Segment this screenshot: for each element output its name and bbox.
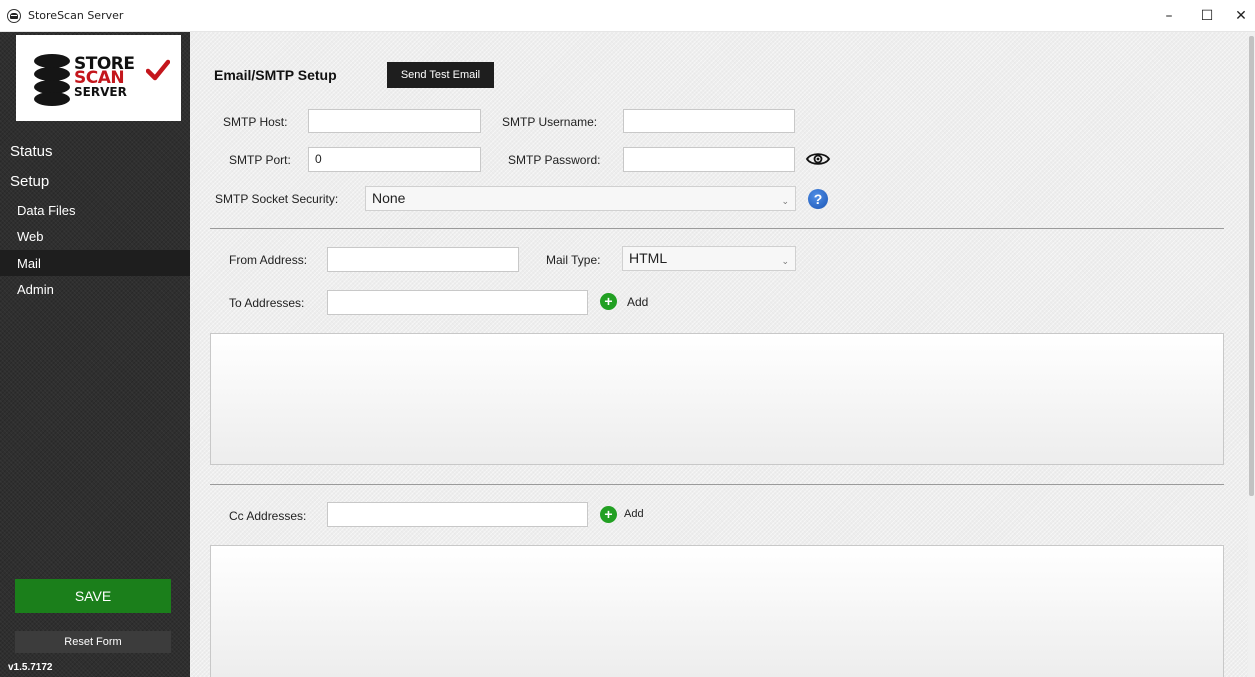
smtp-username-label: SMTP Username:	[502, 115, 598, 129]
socket-security-select[interactable]: None ⌄	[365, 186, 796, 211]
database-icon	[34, 54, 70, 106]
sidebar: STORE SCAN SERVER Status Setup Data File…	[0, 32, 190, 677]
version-label: v1.5.7172	[8, 662, 53, 673]
to-addresses-label: To Addresses:	[229, 296, 305, 310]
chevron-down-icon: ⌄	[781, 256, 789, 266]
plus-circle-icon[interactable]: +	[600, 293, 617, 310]
mail-type-select[interactable]: HTML ⌄	[622, 246, 796, 271]
nav-setup[interactable]: Setup	[10, 173, 49, 190]
cc-addresses-list[interactable]	[210, 545, 1224, 677]
from-address-input[interactable]	[327, 247, 519, 272]
sidebar-item-data-files[interactable]: Data Files	[0, 197, 190, 223]
eye-icon[interactable]	[806, 151, 830, 167]
mail-type-value: HTML	[629, 250, 668, 266]
smtp-password-input[interactable]	[623, 147, 795, 172]
smtp-port-label: SMTP Port:	[229, 153, 291, 167]
add-to-address-button[interactable]: Add	[627, 295, 648, 309]
socket-security-value: None	[372, 190, 406, 206]
from-address-label: From Address:	[229, 253, 308, 267]
app-logo-icon	[7, 9, 21, 23]
smtp-username-input[interactable]	[623, 109, 795, 133]
plus-circle-icon[interactable]: +	[600, 506, 617, 523]
smtp-password-label: SMTP Password:	[508, 153, 601, 167]
help-icon[interactable]: ?	[808, 189, 828, 209]
send-test-email-button[interactable]: Send Test Email	[387, 62, 494, 88]
smtp-port-input[interactable]: 0	[308, 147, 481, 172]
sidebar-item-admin[interactable]: Admin	[0, 276, 190, 302]
cc-addresses-input[interactable]	[327, 502, 588, 527]
storescan-logo: STORE SCAN SERVER	[16, 35, 181, 121]
checkmark-icon	[146, 59, 170, 81]
socket-security-label: SMTP Socket Security:	[215, 192, 339, 206]
to-addresses-list[interactable]	[210, 333, 1224, 465]
scrollbar-thumb[interactable]	[1249, 36, 1254, 496]
smtp-host-input[interactable]	[308, 109, 481, 133]
nav-status[interactable]: Status	[10, 143, 53, 160]
chevron-down-icon: ⌄	[781, 196, 789, 206]
save-button[interactable]: SAVE	[15, 579, 171, 613]
sidebar-item-mail[interactable]: Mail	[0, 250, 190, 276]
maximize-button[interactable]: ☐	[1188, 0, 1226, 32]
page-title: Email/SMTP Setup	[214, 67, 337, 83]
title-bar: StoreScan Server – ☐ ✕	[0, 0, 1255, 32]
add-cc-address-button[interactable]: Add	[624, 508, 644, 520]
mail-type-label: Mail Type:	[546, 253, 601, 267]
smtp-host-label: SMTP Host:	[223, 115, 288, 129]
to-addresses-input[interactable]	[327, 290, 588, 315]
minimize-button[interactable]: –	[1150, 0, 1188, 32]
reset-form-button[interactable]: Reset Form	[15, 631, 171, 653]
logo-wordmark: STORE SCAN SERVER	[74, 54, 135, 100]
cc-addresses-label: Cc Addresses:	[229, 509, 307, 523]
window-title: StoreScan Server	[28, 9, 124, 22]
close-button[interactable]: ✕	[1222, 0, 1255, 32]
section-divider	[210, 484, 1224, 485]
sidebar-item-web[interactable]: Web	[0, 223, 190, 249]
section-divider	[210, 228, 1224, 229]
